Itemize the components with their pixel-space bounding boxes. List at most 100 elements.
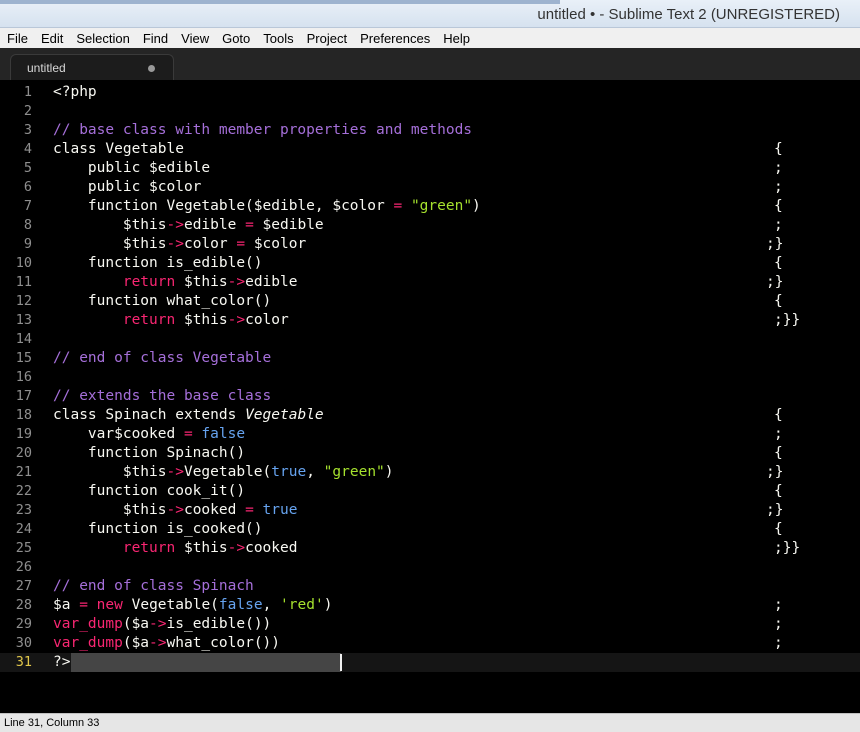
code-token: ): [472, 198, 481, 214]
line-number: 27: [15, 578, 32, 594]
menu-help[interactable]: Help: [437, 31, 476, 46]
dot-icon[interactable]: [148, 65, 155, 72]
trailing-punctuation: {: [774, 521, 783, 537]
code-line[interactable]: 29 var_dump($a->is_edible());: [0, 615, 860, 634]
code-line[interactable]: 5 public $edible;: [0, 159, 860, 178]
code-text: $this->edible = $edible: [53, 216, 324, 235]
line-number: 13: [15, 312, 32, 328]
menu-goto[interactable]: Goto: [216, 31, 256, 46]
trailing-punctuation: {: [774, 141, 783, 157]
code-text: $this->Vegetable(true, "green"): [53, 463, 394, 482]
code-editor[interactable]: 1 <?php 2 3// base class with member proper…: [0, 80, 860, 713]
code-line[interactable]: 2: [0, 102, 860, 121]
code-line[interactable]: 4 class Vegetable {: [0, 140, 860, 159]
line-number: 12: [15, 293, 32, 309]
code-text: function Spinach(): [53, 444, 245, 463]
trailing-punctuation: ;}}: [774, 312, 801, 328]
line-number: 5: [23, 160, 32, 176]
code-line[interactable]: 24 function is_cooked() {: [0, 520, 860, 539]
code-line[interactable]: 8 $this->edible = $edible;: [0, 216, 860, 235]
code-token: $this: [175, 274, 228, 290]
code-line[interactable]: 3 // base class with member properties an…: [0, 121, 860, 140]
tab-untitled[interactable]: untitled: [10, 54, 174, 80]
code-line[interactable]: 12 function what_color() {: [0, 292, 860, 311]
trailing-punctuation: ;: [774, 160, 783, 176]
code-line[interactable]: 27 // end of class Spinach: [0, 577, 860, 596]
code-line[interactable]: 26: [0, 558, 860, 577]
trailing-punctuation: {: [774, 293, 783, 309]
code-line[interactable]: 17 // extends the base class: [0, 387, 860, 406]
trailing-punctuation: ;: [774, 616, 783, 632]
menu-preferences[interactable]: Preferences: [354, 31, 436, 46]
code-token: Vegetable: [245, 407, 324, 423]
code-token: ->: [166, 236, 184, 252]
code-token: // end of class Spinach: [53, 578, 254, 594]
menu-file[interactable]: File: [0, 31, 34, 46]
code-line[interactable]: 25 return $this->cooked;}}: [0, 539, 860, 558]
menu-tools[interactable]: Tools: [257, 31, 299, 46]
code-text: // base class with member properties and…: [53, 121, 472, 140]
code-text: ?>: [53, 653, 70, 672]
code-line[interactable]: 6 public $color;: [0, 178, 860, 197]
code-line[interactable]: 15 // end of class Vegetable: [0, 349, 860, 368]
tab-bar: untitled: [0, 48, 860, 80]
code-line[interactable]: 9 $this->color = $color;}: [0, 235, 860, 254]
code-line[interactable]: 7 function Vegetable($edible, $color = "…: [0, 197, 860, 216]
code-line[interactable]: 19 var$cooked = false;: [0, 425, 860, 444]
code-token: true: [271, 464, 307, 480]
menu-find[interactable]: Find: [137, 31, 174, 46]
code-line[interactable]: 13 return $this->color;}}: [0, 311, 860, 330]
code-line[interactable]: 16: [0, 368, 860, 387]
code-line[interactable]: 23 $this->cooked = true;}: [0, 501, 860, 520]
tab-label: untitled: [27, 61, 66, 75]
code-line[interactable]: 20 function Spinach() {: [0, 444, 860, 463]
menu-view[interactable]: View: [175, 31, 215, 46]
code-line[interactable]: 30 var_dump($a->what_color());: [0, 634, 860, 653]
code-text: <?php: [53, 83, 97, 102]
code-token: edible: [183, 217, 246, 233]
menu-selection[interactable]: Selection: [70, 31, 135, 46]
code-token: return: [122, 312, 176, 328]
code-token: $this: [53, 236, 167, 252]
code-line[interactable]: 1 <?php: [0, 83, 860, 102]
code-token: ->: [227, 312, 246, 328]
code-text: $this->cooked = true: [53, 501, 298, 520]
code-token: color: [245, 312, 289, 328]
menu-project[interactable]: Project: [301, 31, 353, 46]
code-token: ): [323, 597, 333, 613]
code-line[interactable]: 28 $a = new Vegetable(false, 'red');: [0, 596, 860, 615]
code-line[interactable]: 31 ?>: [0, 653, 860, 672]
line-number: 22: [15, 483, 32, 499]
code-text: function cook_it(): [53, 482, 245, 501]
code-token: ->: [166, 502, 184, 518]
line-number: 6: [23, 179, 32, 195]
code-token: =: [245, 502, 254, 518]
code-line[interactable]: 14: [0, 330, 860, 349]
code-token: function Spinach(): [53, 445, 246, 461]
code-token: what_color()): [166, 635, 281, 651]
code-token: ): [384, 464, 394, 480]
code-token: ->: [227, 540, 246, 556]
code-text: function what_color(): [53, 292, 271, 311]
code-token: class Vegetable: [53, 141, 184, 157]
code-line[interactable]: 11 return $this->edible;}: [0, 273, 860, 292]
code-line[interactable]: 21 $this->Vegetable(true, "green");}: [0, 463, 860, 482]
code-token: color: [183, 236, 237, 252]
code-line[interactable]: 22 function cook_it() {: [0, 482, 860, 501]
code-text: public $edible: [53, 159, 210, 178]
trailing-punctuation: {: [774, 445, 783, 461]
trailing-punctuation: {: [774, 198, 783, 214]
cursor-position: Line 31, Column 33: [4, 717, 100, 729]
code-line[interactable]: 18 class Spinach extends Vegetable {: [0, 406, 860, 425]
line-number: 16: [15, 369, 32, 385]
trailing-punctuation: ;: [774, 635, 783, 651]
code-token: return: [122, 274, 176, 290]
code-token: false: [218, 597, 263, 613]
menu-edit[interactable]: Edit: [35, 31, 69, 46]
code-line[interactable]: 10 function is_edible() {: [0, 254, 860, 273]
code-text: return $this->cooked: [53, 539, 298, 558]
code-token: var_dump: [53, 616, 123, 632]
line-number: 15: [15, 350, 32, 366]
